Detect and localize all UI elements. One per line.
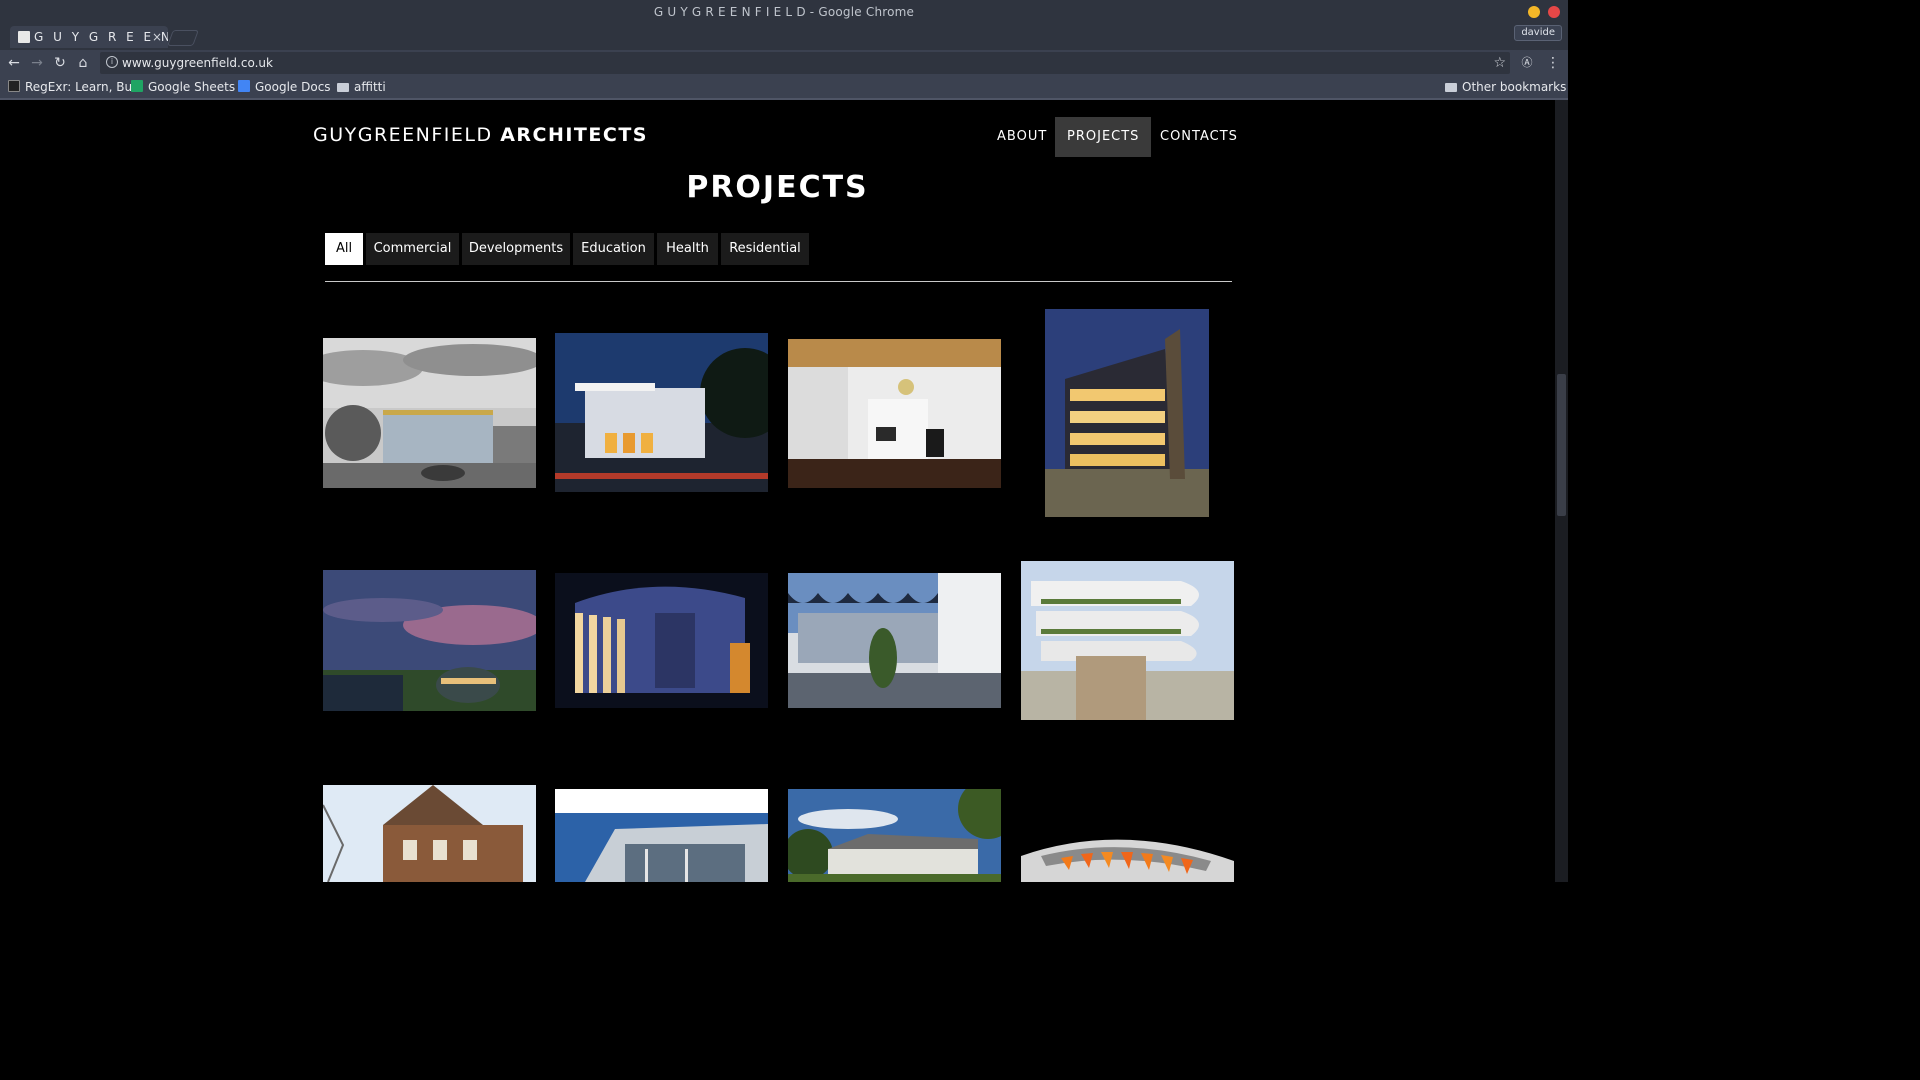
project-thumb-orange-roof-model[interactable] (1021, 826, 1234, 882)
browser-chrome: G U Y G R E E N F I E L D - Google Chrom… (0, 0, 1568, 100)
reload-icon[interactable]: ↻ (50, 53, 70, 73)
page-title: PROJECTS (686, 170, 869, 205)
profile-button[interactable]: davide (1514, 25, 1562, 41)
bookmark-folder-affitti[interactable]: affitti (337, 79, 386, 95)
logo-bold-text: ARCHITECTS (500, 124, 648, 146)
project-thumb-houses-among-trees[interactable] (788, 789, 1001, 882)
window-title: G U Y G R E E N F I E L D - Google Chrom… (653, 5, 915, 19)
logo-light-text: GUYGREENFIELD (313, 124, 493, 146)
sheets-icon (131, 80, 143, 92)
filter-health[interactable]: Health (657, 233, 718, 265)
project-thumb-grey-street-facade[interactable] (323, 338, 536, 488)
project-thumb-victorian-brick-house[interactable] (323, 785, 536, 882)
bookmark-label: affitti (354, 80, 386, 94)
new-tab-button[interactable] (167, 30, 199, 46)
bookmarks-bar: RegExr: Learn, Bu Google Sheets Google D… (0, 76, 1568, 98)
extension-icon[interactable]: Ⓐ (1517, 53, 1537, 73)
bookmark-label: Google Docs (255, 80, 331, 94)
minimize-button[interactable] (1528, 6, 1540, 18)
browser-tab[interactable]: G U Y G R E E N F I E L D × (10, 26, 168, 48)
info-icon[interactable]: i (106, 56, 118, 68)
project-image (788, 573, 1001, 708)
regexr-icon (8, 80, 20, 92)
filter-residential[interactable]: Residential (721, 233, 809, 265)
project-thumb-coastal-building-sunset[interactable] (323, 570, 536, 711)
project-thumb-curved-facade-night[interactable] (555, 573, 768, 708)
scrollbar-thumb[interactable] (1557, 374, 1566, 516)
project-image (1021, 561, 1234, 720)
close-window-button[interactable] (1548, 6, 1560, 18)
filter-developments[interactable]: Developments (462, 233, 570, 265)
project-image (1045, 309, 1209, 517)
bookmark-star-icon[interactable]: ☆ (1493, 52, 1506, 74)
project-image (788, 339, 1001, 488)
back-icon[interactable]: ← (4, 53, 24, 73)
web-page: GUYGREENFIELD ARCHITECTS ABOUT PROJECTS … (0, 100, 1555, 882)
tab-close-icon[interactable]: × (152, 26, 162, 48)
project-thumb-white-house-dusk[interactable] (555, 333, 768, 492)
menu-icon[interactable]: ⋮ (1543, 53, 1563, 73)
home-icon[interactable]: ⌂ (73, 53, 93, 73)
bookmark-label: Other bookmarks (1462, 80, 1567, 94)
url-text[interactable]: www.guygreenfield.co.uk (122, 52, 273, 74)
bookmark-label: RegExr: Learn, Bu (25, 80, 133, 94)
project-thumb-glass-modern-house[interactable] (555, 789, 768, 882)
filter-education[interactable]: Education (573, 233, 654, 265)
bookmark-regexr[interactable]: RegExr: Learn, Bu (8, 79, 132, 95)
bookmark-google-docs[interactable]: Google Docs (238, 79, 331, 95)
nav-contacts[interactable]: CONTACTS (1148, 117, 1250, 157)
nav-about[interactable]: ABOUT (985, 117, 1059, 157)
project-thumb-wave-roof-building[interactable] (788, 573, 1001, 708)
docs-icon (238, 80, 250, 92)
tab-title: G U Y G R E E N F I E L D (34, 30, 168, 44)
other-bookmarks[interactable]: Other bookmarks (1445, 79, 1566, 95)
project-thumb-white-kitchen-interior[interactable] (788, 339, 1001, 488)
project-thumb-terraced-apartments-render[interactable] (1021, 561, 1234, 720)
filter-commercial[interactable]: Commercial (366, 233, 459, 265)
filter-divider (325, 281, 1232, 282)
folder-icon (337, 83, 349, 92)
browser-toolbar: ← → ↻ ⌂ i www.guygreenfield.co.uk ☆ Ⓐ ⋮ (0, 50, 1568, 76)
bookmark-label: Google Sheets (148, 80, 236, 94)
page-scrollbar[interactable] (1555, 100, 1568, 882)
project-image (1021, 826, 1234, 882)
project-image (788, 789, 1001, 882)
bookmark-google-sheets[interactable]: Google Sheets (131, 79, 235, 95)
project-image (323, 338, 536, 488)
forward-icon[interactable]: → (27, 53, 47, 73)
project-image (323, 570, 536, 711)
project-image (555, 789, 768, 882)
project-image (323, 785, 536, 882)
project-thumb-apartment-tower-night[interactable] (1045, 309, 1209, 517)
nav-projects[interactable]: PROJECTS (1055, 117, 1152, 157)
project-image (555, 333, 768, 492)
project-image (555, 573, 768, 708)
site-logo[interactable]: GUYGREENFIELD ARCHITECTS (313, 124, 648, 146)
folder-icon (1445, 83, 1457, 92)
filter-all[interactable]: All (325, 233, 363, 265)
favicon-icon (18, 31, 30, 43)
address-bar[interactable]: i www.guygreenfield.co.uk ☆ (100, 52, 1510, 74)
